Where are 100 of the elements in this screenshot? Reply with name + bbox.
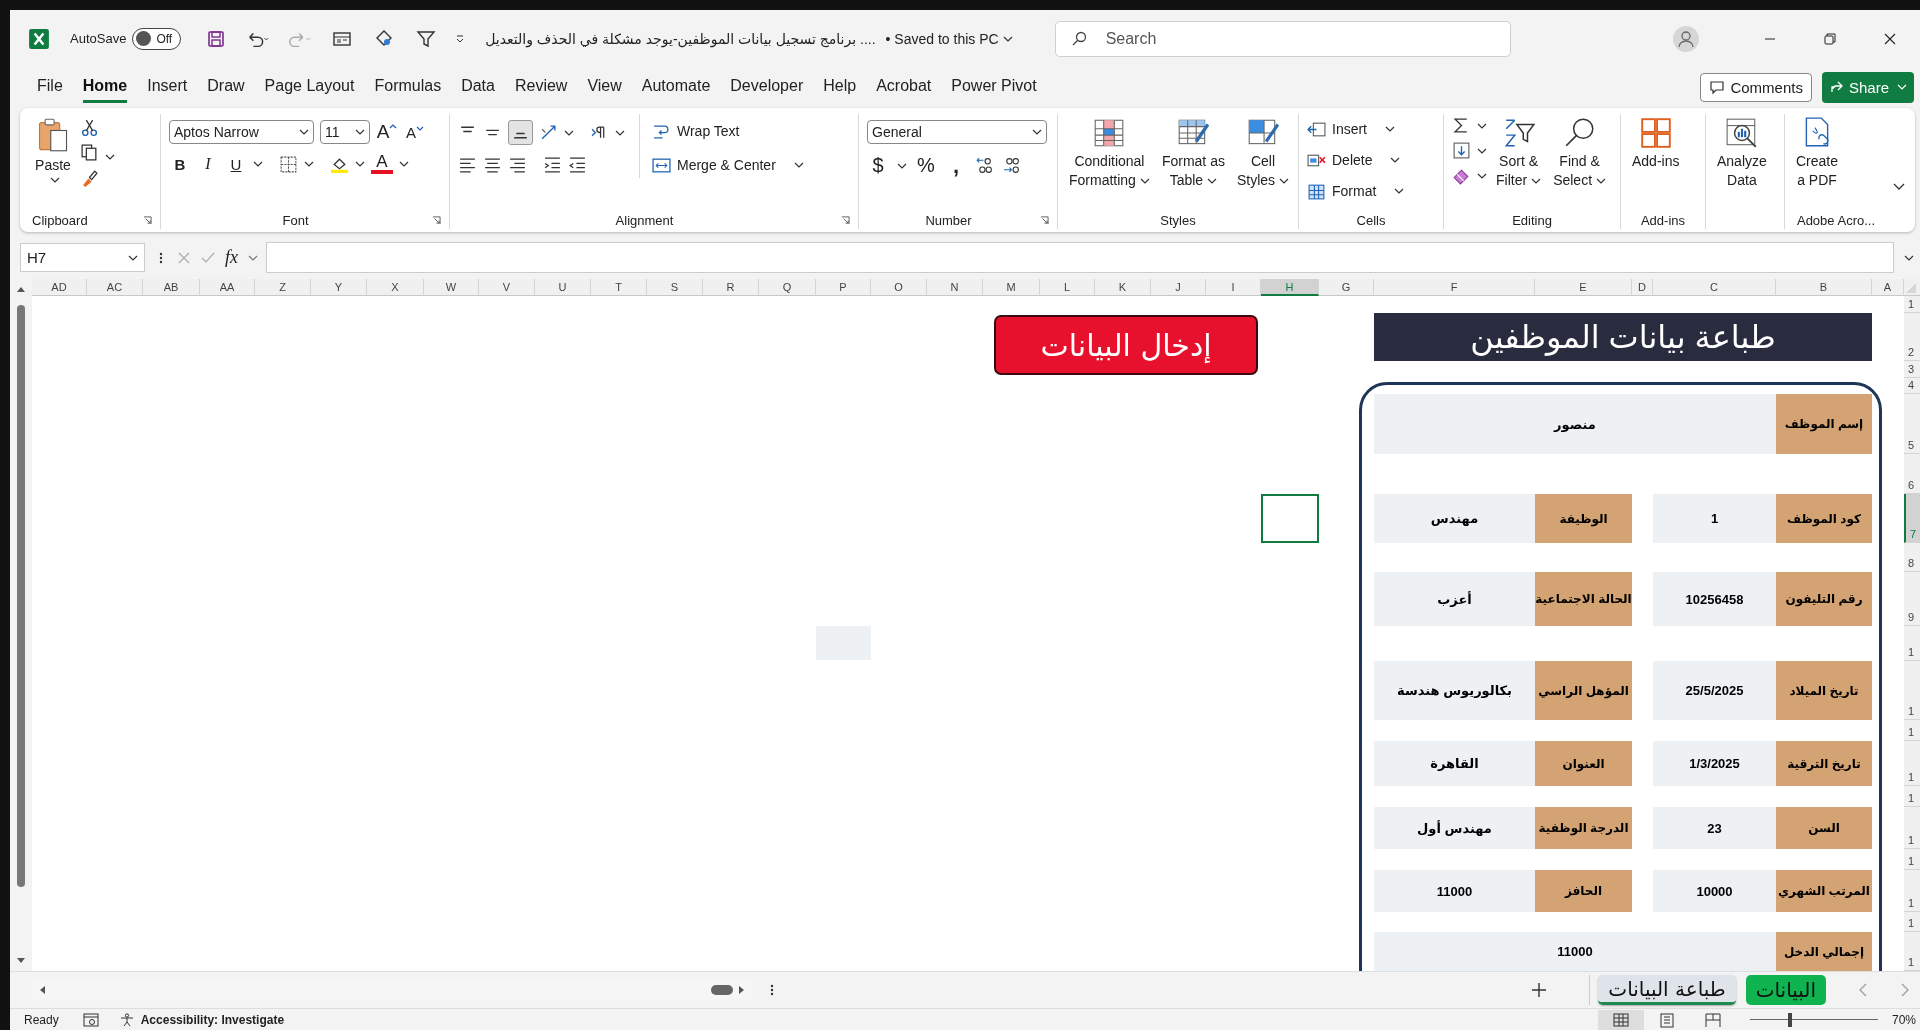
more-icon[interactable] <box>770 983 774 997</box>
row-header[interactable]: 1 <box>1904 661 1920 720</box>
close-icon[interactable] <box>1883 31 1897 46</box>
scroll-down-icon[interactable] <box>16 955 26 965</box>
name-box[interactable]: H7 <box>20 243 145 272</box>
dialog-launcher-icon[interactable] <box>432 215 441 225</box>
normal-view-icon[interactable] <box>1597 1010 1644 1030</box>
sort-filter-button[interactable]: Sort & Filter <box>1493 114 1545 192</box>
row-header[interactable]: 1 <box>1904 720 1920 741</box>
ribbon-tab[interactable]: Data <box>461 71 495 103</box>
zoom-slider[interactable] <box>1749 1013 1878 1027</box>
merge-center-button[interactable]: Merge & Center <box>652 152 804 178</box>
decrease-decimal-icon[interactable] <box>1002 156 1021 175</box>
restore-icon[interactable] <box>1823 31 1837 46</box>
column-header[interactable]: AB <box>143 279 200 296</box>
analyze-data-button[interactable]: Analyze Data <box>1714 114 1770 192</box>
scroll-thumb[interactable] <box>17 305 25 887</box>
percent-button[interactable]: % <box>915 154 937 177</box>
caret-icon[interactable] <box>399 159 409 169</box>
wrap-text-button[interactable]: Wrap Text <box>652 118 804 144</box>
more-icon[interactable] <box>159 250 163 265</box>
column-header[interactable]: Y <box>311 279 367 296</box>
zoom-level[interactable]: 70% <box>1891 1013 1916 1027</box>
column-header[interactable]: J <box>1151 279 1206 296</box>
column-header[interactable]: L <box>1040 279 1095 296</box>
column-header[interactable]: AD <box>32 279 87 296</box>
italic-button[interactable]: I <box>197 155 219 173</box>
data-entry-button[interactable]: إدخال البيانات <box>994 315 1258 375</box>
column-header[interactable]: AC <box>87 279 143 296</box>
caret-icon[interactable] <box>253 159 263 169</box>
column-header[interactable]: N <box>927 279 983 296</box>
column-header[interactable]: U <box>535 279 591 296</box>
increase-decimal-icon[interactable] <box>975 156 994 175</box>
column-header[interactable]: G <box>1319 279 1374 296</box>
column-header[interactable]: T <box>591 279 647 296</box>
conditional-formatting-button[interactable]: Conditional Formatting <box>1066 114 1153 192</box>
cut-icon[interactable] <box>80 118 99 137</box>
caret-icon[interactable] <box>105 152 115 162</box>
macro-icon[interactable] <box>82 1013 99 1027</box>
column-header[interactable]: V <box>479 279 535 296</box>
ribbon-tab[interactable]: Developer <box>730 71 804 103</box>
row-header[interactable]: 1 <box>1904 626 1920 661</box>
row-header[interactable]: 1 <box>1904 870 1920 912</box>
scroll-right-icon[interactable] <box>736 985 746 995</box>
ribbon-tab[interactable]: Help <box>823 71 857 103</box>
scroll-left-icon[interactable] <box>38 985 48 995</box>
dialog-launcher-icon[interactable] <box>841 215 850 225</box>
row-header[interactable]: 6 <box>1904 454 1920 494</box>
ribbon-tab[interactable]: Review <box>514 71 568 103</box>
ribbon-tab[interactable]: Acrobat <box>876 71 932 103</box>
increase-font-button[interactable]: A <box>376 121 398 143</box>
column-header[interactable]: W <box>424 279 479 296</box>
column-header[interactable]: C <box>1653 279 1776 296</box>
row-header[interactable]: 8 <box>1904 543 1920 572</box>
decrease-font-button[interactable]: A <box>404 123 426 141</box>
row-header[interactable]: 1 <box>1904 741 1920 786</box>
zoom-slider-thumb[interactable] <box>1788 1013 1793 1027</box>
sheet-tab[interactable]: البيانات <box>1745 975 1826 1005</box>
column-header[interactable]: B <box>1776 279 1872 296</box>
column-header[interactable]: K <box>1095 279 1151 296</box>
row-header[interactable]: 2 <box>1904 313 1920 361</box>
column-header[interactable]: O <box>871 279 927 296</box>
column-header[interactable]: D <box>1632 279 1653 296</box>
paste-button[interactable]: Paste <box>32 114 74 187</box>
column-header[interactable]: Z <box>255 279 311 296</box>
number-format-dropdown[interactable]: General <box>867 120 1047 144</box>
next-sheet-icon[interactable] <box>1900 983 1910 997</box>
avatar-icon[interactable] <box>1672 24 1700 53</box>
column-header[interactable]: AA <box>200 279 255 296</box>
font-size-dropdown[interactable]: 11 <box>320 120 370 144</box>
underline-button[interactable]: U <box>225 155 247 173</box>
caret-icon[interactable] <box>304 159 314 169</box>
ribbon-tab[interactable]: Insert <box>147 71 188 103</box>
format-painter-icon[interactable] <box>80 168 99 187</box>
save-status[interactable]: • Saved to this PC <box>885 30 1013 47</box>
dialog-launcher-icon[interactable] <box>143 215 152 225</box>
align-bottom-icon[interactable] <box>508 120 533 145</box>
row-header[interactable]: 1 <box>1904 786 1920 807</box>
row-header[interactable]: 1 <box>1904 807 1920 849</box>
dialog-launcher-icon[interactable] <box>1040 215 1049 225</box>
fill-down-icon[interactable] <box>1452 141 1471 160</box>
comments-button[interactable]: Comments <box>1700 72 1812 102</box>
cell-styles-button[interactable]: Cell Styles <box>1233 114 1293 192</box>
insert-function-button[interactable]: fx <box>225 247 238 268</box>
ribbon-tab[interactable]: Home <box>82 71 128 103</box>
font-name-dropdown[interactable]: Aptos Narrow <box>169 120 314 144</box>
ribbon-tab[interactable]: Draw <box>207 71 245 103</box>
autosave-toggle[interactable]: Off <box>132 27 182 50</box>
insert-cells-button[interactable]: Insert <box>1307 116 1395 142</box>
column-header[interactable]: A <box>1872 279 1904 296</box>
add-ins-button[interactable]: Add-ins <box>1629 114 1683 173</box>
increase-indent-icon[interactable] <box>543 155 562 174</box>
bold-button[interactable]: B <box>169 155 191 173</box>
format-as-table-button[interactable]: Format as Table <box>1158 114 1228 192</box>
row-header[interactable]: 5 <box>1904 394 1920 454</box>
row-header[interactable]: 1 <box>1904 296 1920 313</box>
orientation-icon[interactable] <box>539 123 558 142</box>
ribbon-tab[interactable]: View <box>587 71 622 103</box>
column-header[interactable]: E <box>1535 279 1632 296</box>
column-header[interactable]: S <box>647 279 703 296</box>
